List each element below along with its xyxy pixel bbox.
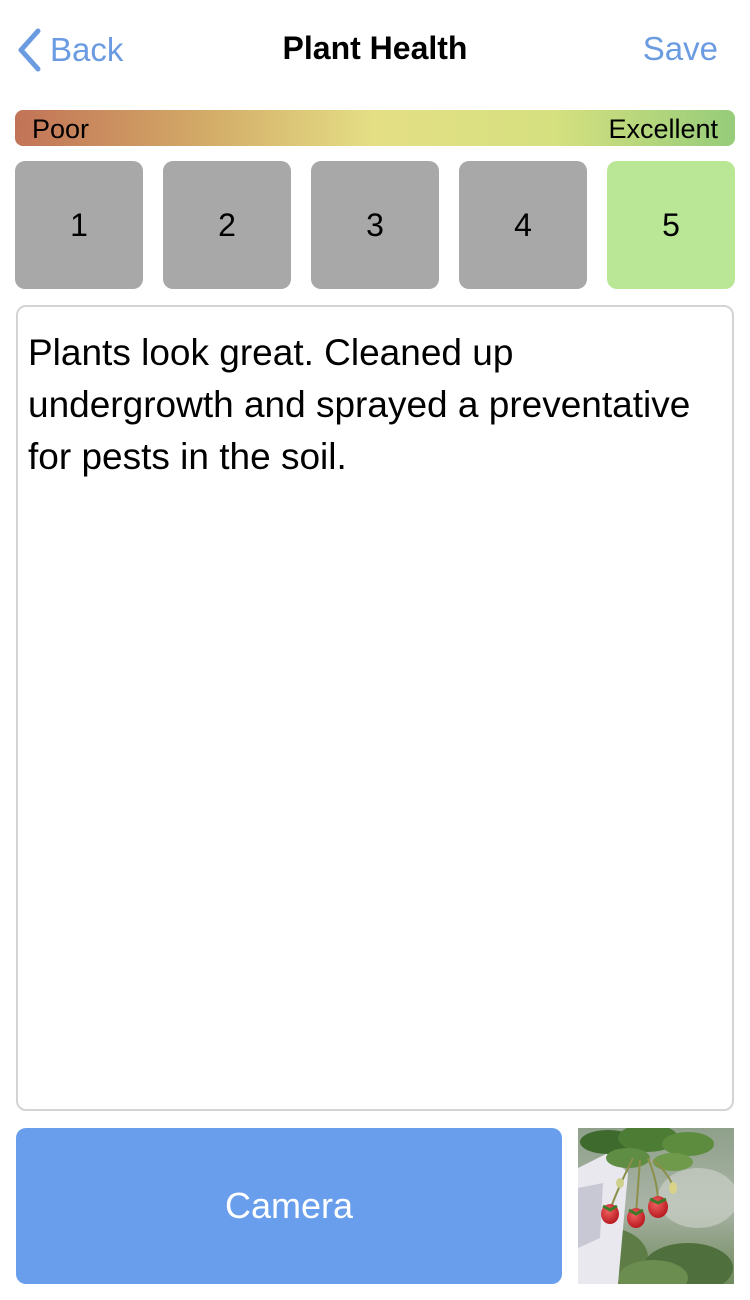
rating-option-2[interactable]: 2: [163, 161, 291, 289]
rating-option-1[interactable]: 1: [15, 161, 143, 289]
scale-high-label: Excellent: [608, 114, 718, 144]
rating-option-3[interactable]: 3: [311, 161, 439, 289]
rating-option-5[interactable]: 5: [607, 161, 735, 289]
photo-thumbnail[interactable]: [578, 1128, 734, 1284]
rating-selector: 1 2 3 4 5: [15, 161, 735, 289]
scale-low-label: Poor: [32, 114, 90, 144]
health-scale-bar: Poor Excellent: [15, 110, 735, 146]
camera-button[interactable]: Camera: [16, 1128, 562, 1284]
navigation-bar: Back Plant Health Save: [0, 0, 750, 100]
save-button[interactable]: Save: [643, 30, 718, 68]
rating-option-4[interactable]: 4: [459, 161, 587, 289]
page-title: Plant Health: [282, 30, 468, 66]
notes-text-area[interactable]: Plants look great. Cleaned up undergrowt…: [16, 305, 734, 1111]
strawberry-photo-image: [578, 1128, 734, 1284]
